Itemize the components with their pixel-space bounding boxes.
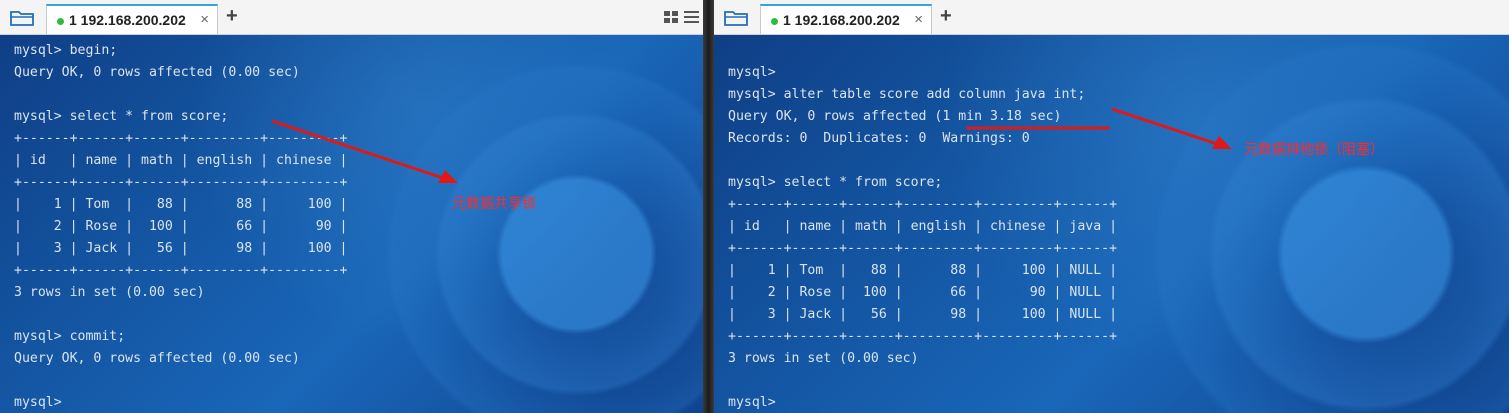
layout-grid-icon[interactable]: [664, 11, 679, 24]
connected-status-icon: [771, 18, 778, 25]
tab-title: 1 192.168.200.202: [69, 12, 186, 28]
terminal-line: | id | name | math | english | chinese |…: [728, 219, 1118, 234]
split-divider[interactable]: [703, 0, 714, 413]
tab-title: 1 192.168.200.202: [783, 12, 900, 28]
session-tab[interactable]: 1 192.168.200.202 ×: [46, 4, 218, 34]
terminal-line: Query OK, 0 rows affected (1 min 3.18 se…: [728, 109, 1062, 124]
folder-icon[interactable]: [724, 9, 748, 26]
terminal-text: mysql> mysql> alter table score add colum…: [728, 40, 1117, 413]
terminal-line: 3 rows in set (0.00 sec): [728, 351, 919, 366]
terminal-line: mysql>: [728, 65, 776, 80]
terminal-line: | 1 | Tom | 88 | 88 | 100 | NULL |: [728, 263, 1118, 278]
annotation-label: 元数据共享锁: [452, 196, 536, 212]
terminal-line: | 2 | Rose | 100 | 66 | 90 | NULL |: [728, 285, 1118, 300]
terminal-line: | 3 | Jack | 56 | 98 | 100 | NULL |: [728, 307, 1118, 322]
right-terminal-pane: 1 192.168.200.202 × + mysql> mysql> alter…: [714, 0, 1509, 413]
terminal-line: Query OK, 0 rows affected (0.00 sec): [14, 351, 300, 366]
terminal-output[interactable]: mysql> begin; Query OK, 0 rows affected (…: [0, 35, 703, 413]
tab-bar: 1 192.168.200.202 × +: [0, 0, 703, 35]
terminal-line: +------+------+------+---------+--------…: [728, 241, 1118, 256]
terminal-line: Query OK, 0 rows affected (0.00 sec): [14, 65, 300, 80]
terminal-line: 3 rows in set (0.00 sec): [14, 285, 205, 300]
terminal-line: mysql> select * from score;: [14, 109, 229, 124]
terminal-line: +------+------+------+---------+--------…: [728, 329, 1118, 344]
add-tab-icon[interactable]: +: [226, 5, 238, 28]
tab-bar: 1 192.168.200.202 × +: [714, 0, 1509, 35]
terminal-line: mysql>: [728, 395, 776, 410]
folder-icon[interactable]: [10, 9, 34, 26]
terminal-output[interactable]: mysql> mysql> alter table score add colum…: [714, 35, 1509, 413]
terminal-line: | 3 | Jack | 56 | 98 | 100 |: [14, 241, 348, 256]
connected-status-icon: [57, 18, 64, 25]
close-icon[interactable]: ×: [200, 11, 209, 28]
close-icon[interactable]: ×: [914, 11, 923, 28]
terminal-line: Records: 0 Duplicates: 0 Warnings: 0: [728, 131, 1030, 146]
terminal-line: mysql> alter table score add column java…: [728, 87, 1086, 102]
terminal-line: +------+------+------+---------+--------…: [14, 175, 348, 190]
session-tab[interactable]: 1 192.168.200.202 ×: [760, 4, 932, 34]
terminal-line: +------+------+------+---------+--------…: [14, 131, 348, 146]
annotation-label: 元数据排他锁（阻塞）: [1244, 142, 1384, 158]
left-terminal-pane: 1 192.168.200.202 × + mysql> begin; Query…: [0, 0, 703, 413]
menu-icon[interactable]: [684, 11, 699, 24]
terminal-line: mysql> select * from score;: [728, 175, 943, 190]
terminal-line: | 2 | Rose | 100 | 66 | 90 |: [14, 219, 348, 234]
add-tab-icon[interactable]: +: [940, 5, 952, 28]
terminal-line: +------+------+------+---------+--------…: [14, 263, 348, 278]
terminal-line: mysql> begin;: [14, 43, 118, 58]
terminal-text: mysql> begin; Query OK, 0 rows affected (…: [14, 40, 347, 413]
terminal-line: mysql> commit;: [14, 329, 126, 344]
terminal-line: mysql>: [14, 395, 62, 410]
terminal-line: | id | name | math | english | chinese |: [14, 153, 348, 168]
terminal-line: | 1 | Tom | 88 | 88 | 100 |: [14, 197, 348, 212]
terminal-line: +------+------+------+---------+--------…: [728, 197, 1118, 212]
